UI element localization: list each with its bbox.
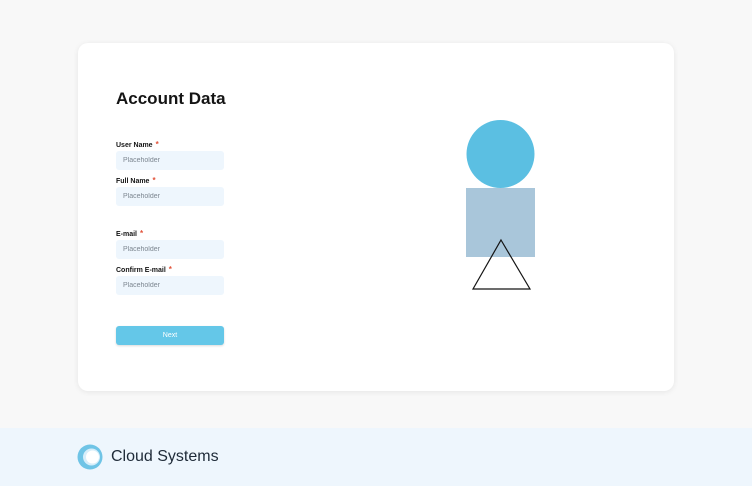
full-name-label: Full Name *: [116, 176, 224, 185]
required-asterisk: *: [155, 140, 159, 149]
page-title: Account Data: [116, 89, 226, 108]
full-name-group: Full Name *: [116, 176, 224, 206]
required-asterisk: *: [168, 265, 172, 274]
email-input[interactable]: [116, 240, 224, 259]
full-name-label-text: Full Name: [116, 178, 150, 185]
user-name-label: User Name *: [116, 140, 224, 149]
confirm-email-input[interactable]: [116, 276, 224, 295]
user-name-label-text: User Name: [116, 142, 153, 149]
circle-shape: [466, 120, 535, 188]
cloud-ring-logo-icon: [77, 444, 103, 470]
user-name-input[interactable]: [116, 151, 224, 170]
email-label: E-mail *: [116, 229, 224, 238]
shapes-illustration: [466, 120, 535, 290]
brand-name: Cloud Systems: [111, 448, 219, 465]
account-form-card: Account Data User Name* Full Name* E-mai…: [78, 43, 674, 391]
email-group: E-mail *: [116, 229, 224, 259]
confirm-email-label: Confirm E-mail *: [116, 265, 224, 274]
confirm-email-group: Confirm E-mail *: [116, 265, 224, 295]
user-name-group: User Name *: [116, 140, 224, 170]
next-button[interactable]: Next: [116, 326, 224, 345]
email-label-text: E-mail: [116, 231, 138, 238]
square-shape: [466, 188, 535, 257]
required-asterisk: *: [140, 229, 144, 238]
required-asterisk: *: [152, 176, 156, 185]
full-name-input[interactable]: [116, 187, 224, 206]
footer-bar: Cloud Systems: [0, 428, 752, 486]
confirm-email-label-text: Confirm E-mail: [116, 267, 166, 274]
